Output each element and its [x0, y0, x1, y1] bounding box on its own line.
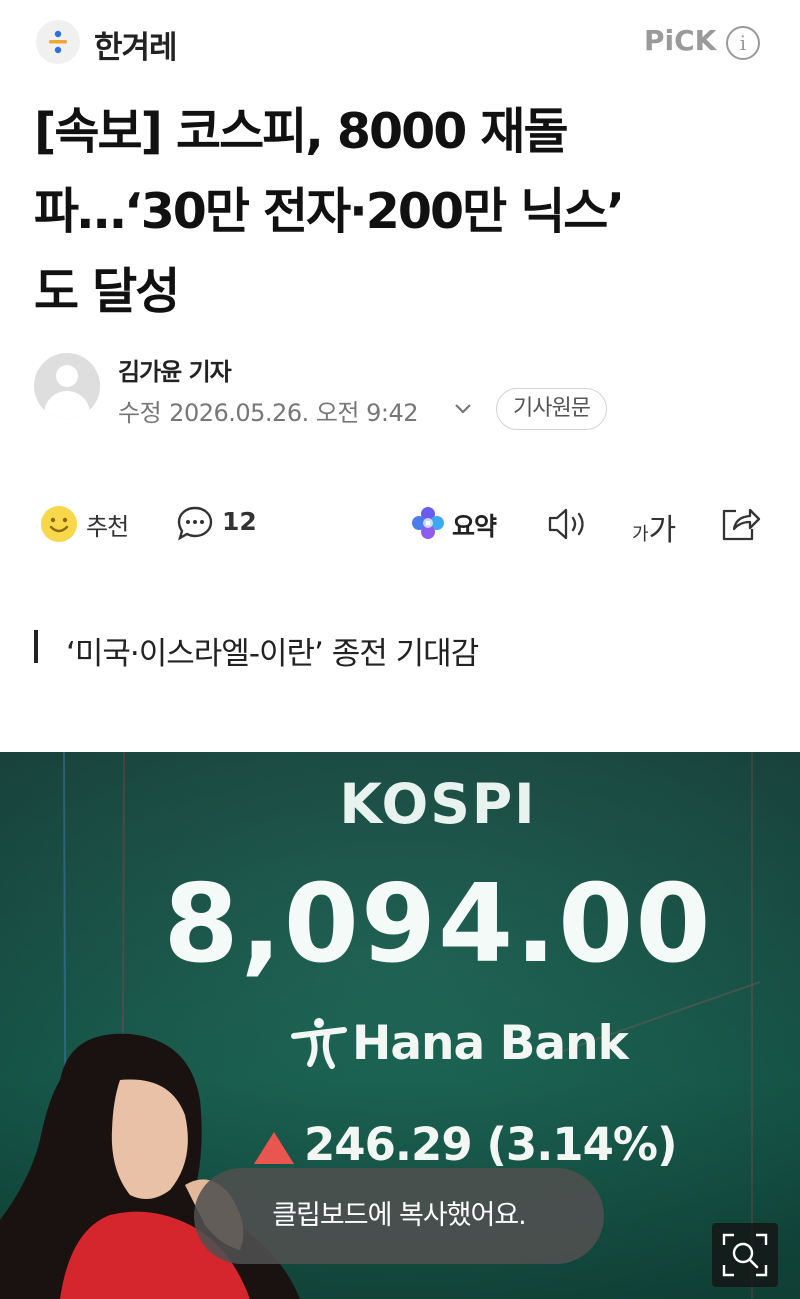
modified-timestamp: 수정 2026.05.26. 오전 9:42	[118, 393, 419, 428]
comment-count[interactable]: 12	[222, 507, 257, 536]
bank-name: Hana Bank	[352, 1016, 629, 1071]
font-big-glyph: 가	[648, 513, 677, 548]
article-headline: [속보] 코스피, 8000 재돌 파…‘30만 전자·200만 닉스’ 도 달…	[34, 92, 774, 332]
reporter-avatar[interactable]	[34, 353, 100, 419]
font-size-icon[interactable]: 가가	[632, 505, 676, 549]
press-logo-icon[interactable]	[36, 20, 80, 64]
share-icon[interactable]	[720, 503, 762, 547]
avatar-body	[44, 391, 90, 419]
subheadline: ‘미국·이스라엘-이란’ 종전 기대감	[66, 636, 479, 672]
reporter-name[interactable]: 김가윤 기자	[118, 352, 232, 387]
info-icon[interactable]: i	[726, 26, 760, 60]
modified-label: 수정	[118, 399, 162, 427]
zoom-icon	[722, 1233, 768, 1277]
action-bar: 추천 12 요약 가가	[0, 495, 800, 553]
zoom-button[interactable]	[712, 1223, 778, 1287]
comment-icon[interactable]	[176, 505, 214, 547]
recommend-label[interactable]: 추천	[86, 507, 129, 542]
kospi-index-value: 8,094.00	[163, 862, 713, 987]
clipboard-toast: 클립보드에 복사했어요.	[194, 1168, 604, 1264]
sparkle-summary-icon[interactable]	[410, 505, 446, 545]
modified-datetime: 2026.05.26. 오전 9:42	[169, 399, 419, 427]
index-change: 246.29 (3.14%)	[304, 1118, 678, 1171]
subheadline-bar	[34, 630, 38, 663]
font-small-glyph: 가	[632, 524, 649, 545]
pick-badge: PiCK	[644, 24, 717, 57]
smile-icon[interactable]	[40, 505, 78, 547]
original-article-button[interactable]: 기사원문	[496, 388, 607, 430]
top-bar: 한겨레 PiCK i	[0, 0, 800, 84]
chevron-down-icon[interactable]	[452, 398, 474, 424]
speaker-icon[interactable]	[546, 505, 590, 547]
summary-label[interactable]: 요약	[452, 507, 497, 543]
press-name[interactable]: 한겨레	[94, 22, 178, 67]
kospi-board-title: KOSPI	[339, 772, 537, 836]
headline-line: 도 달성	[34, 263, 180, 320]
headline-line: [속보] 코스피, 8000 재돌	[34, 103, 569, 160]
avatar-head	[56, 365, 78, 387]
headline-line: 파…‘30만 전자·200만 닉스’	[34, 183, 625, 240]
